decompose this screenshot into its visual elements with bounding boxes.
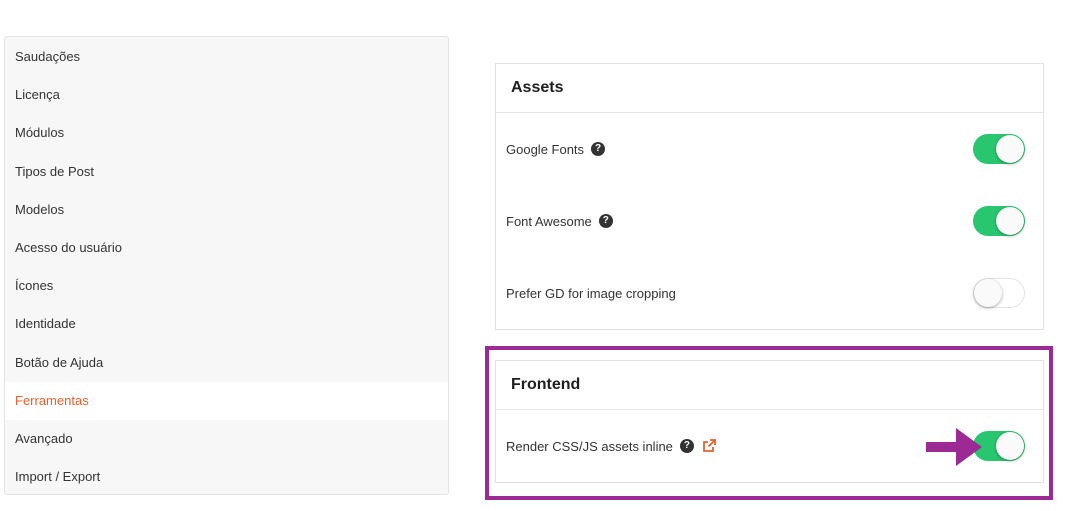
sidebar-item-import-export[interactable]: Import / Export <box>5 458 448 496</box>
assets-panel-title: Assets <box>496 64 1043 113</box>
font-awesome-label: Font Awesome <box>506 213 592 229</box>
font-awesome-row: Font Awesome ? <box>496 185 1043 257</box>
google-fonts-toggle[interactable] <box>973 134 1025 164</box>
google-fonts-row: Google Fonts ? <box>496 113 1043 185</box>
sidebar-item-modulos[interactable]: Módulos <box>5 114 448 152</box>
prefer-gd-label: Prefer GD for image cropping <box>506 285 676 301</box>
google-fonts-label: Google Fonts <box>506 141 585 157</box>
toggle-knob <box>996 207 1024 235</box>
sidebar-item-modelos[interactable]: Modelos <box>5 191 448 229</box>
external-link-icon[interactable] <box>702 439 716 453</box>
sidebar-item-saudacoes[interactable]: Saudações <box>5 38 448 76</box>
toggle-knob <box>974 279 1002 307</box>
question-circle-icon[interactable]: ? <box>679 439 694 453</box>
prefer-gd-row: Prefer GD for image cropping <box>496 257 1043 329</box>
sidebar-item-tipos-de-post[interactable]: Tipos de Post <box>5 153 448 191</box>
toggle-knob <box>996 135 1024 163</box>
sidebar-item-ferramentas[interactable]: Ferramentas <box>5 381 448 420</box>
settings-sidebar: Saudações Licença Módulos Tipos de Post … <box>4 36 449 495</box>
question-circle-icon[interactable]: ? <box>591 142 606 156</box>
arrow-right-icon <box>926 428 982 466</box>
prefer-gd-toggle[interactable] <box>973 278 1025 308</box>
toggle-knob <box>996 432 1024 460</box>
sidebar-item-acesso-do-usuario[interactable]: Acesso do usuário <box>5 229 448 267</box>
question-circle-icon[interactable]: ? <box>598 214 613 228</box>
frontend-panel-title: Frontend <box>496 361 1043 410</box>
render-inline-label: Render CSS/JS assets inline <box>506 438 673 454</box>
sidebar-item-licenca[interactable]: Licença <box>5 76 448 114</box>
sidebar-item-avancado[interactable]: Avançado <box>5 420 448 458</box>
assets-panel: Assets Google Fonts ? Font Awesome ? Pre… <box>495 63 1044 330</box>
sidebar-item-icones[interactable]: Ícones <box>5 267 448 305</box>
font-awesome-toggle[interactable] <box>973 206 1025 236</box>
sidebar-item-identidade[interactable]: Identidade <box>5 305 448 343</box>
sidebar-item-botao-de-ajuda[interactable]: Botão de Ajuda <box>5 344 448 382</box>
